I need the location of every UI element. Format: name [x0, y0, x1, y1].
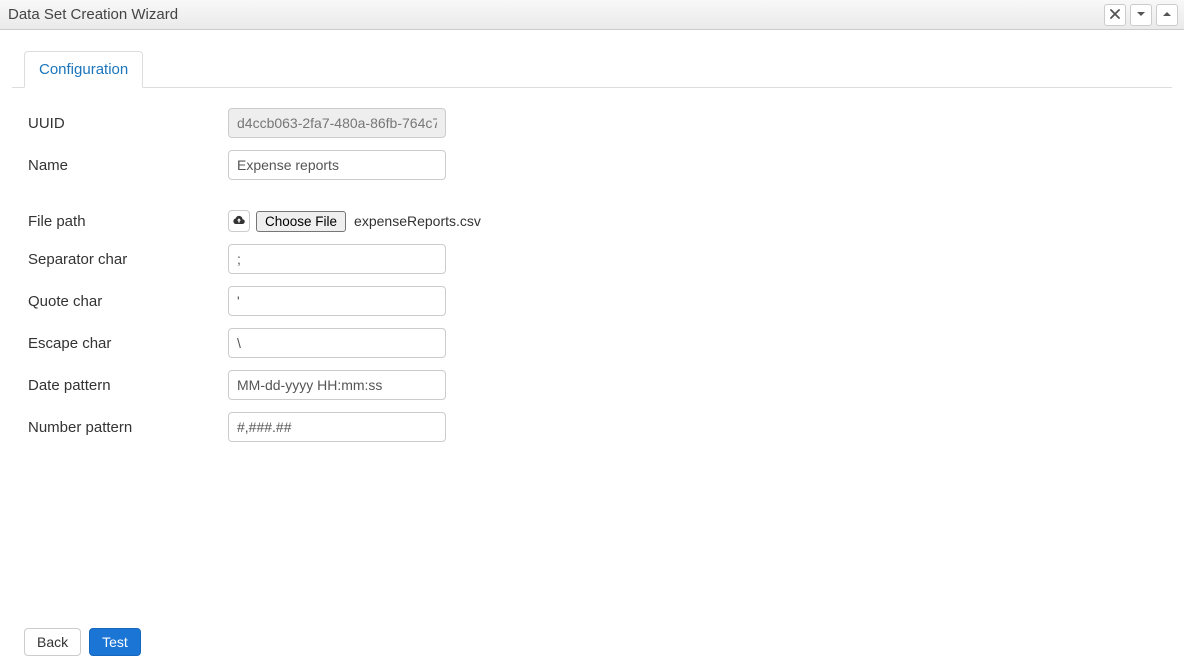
window-close-button[interactable]	[1104, 4, 1126, 26]
number-pattern-field[interactable]	[228, 412, 446, 442]
uuid-field	[228, 108, 446, 138]
back-button[interactable]: Back	[24, 628, 81, 656]
quote-label: Quote char	[28, 293, 228, 310]
row-quote: Quote char	[28, 286, 1172, 316]
escape-label: Escape char	[28, 335, 228, 352]
name-field[interactable]	[228, 150, 446, 180]
row-name: Name	[28, 150, 1172, 180]
caret-down-icon	[1136, 8, 1146, 22]
date-pattern-field[interactable]	[228, 370, 446, 400]
number-pattern-label: Number pattern	[28, 419, 228, 436]
uuid-label: UUID	[28, 115, 228, 132]
selected-file-name: expenseReports.csv	[354, 213, 481, 229]
cloud-upload-icon	[232, 213, 246, 229]
date-pattern-label: Date pattern	[28, 377, 228, 394]
quote-field[interactable]	[228, 286, 446, 316]
separator-label: Separator char	[28, 251, 228, 268]
caret-up-icon	[1162, 8, 1172, 22]
upload-button[interactable]	[228, 210, 250, 232]
tabs: Configuration	[12, 50, 1172, 88]
config-form: UUID Name File path	[12, 108, 1172, 442]
window-collapse-button[interactable]	[1156, 4, 1178, 26]
window-menu-button[interactable]	[1130, 4, 1152, 26]
escape-field[interactable]	[228, 328, 446, 358]
titlebar: Data Set Creation Wizard	[0, 0, 1184, 30]
row-separator: Separator char	[28, 244, 1172, 274]
tab-configuration[interactable]: Configuration	[24, 51, 143, 88]
separator-field[interactable]	[228, 244, 446, 274]
wizard-footer: Back Test	[24, 628, 141, 656]
choose-file-button[interactable]: Choose File	[256, 211, 346, 232]
row-escape: Escape char	[28, 328, 1172, 358]
row-number-pattern: Number pattern	[28, 412, 1172, 442]
row-filepath: File path Choose File expenseReports.csv	[28, 210, 1172, 232]
name-label: Name	[28, 157, 228, 174]
row-uuid: UUID	[28, 108, 1172, 138]
row-date-pattern: Date pattern	[28, 370, 1172, 400]
window-title: Data Set Creation Wizard	[8, 6, 1100, 23]
filepath-label: File path	[28, 213, 228, 230]
close-icon	[1110, 8, 1120, 22]
panel-body: Configuration UUID Name File path	[0, 50, 1184, 668]
test-button[interactable]: Test	[89, 628, 141, 656]
